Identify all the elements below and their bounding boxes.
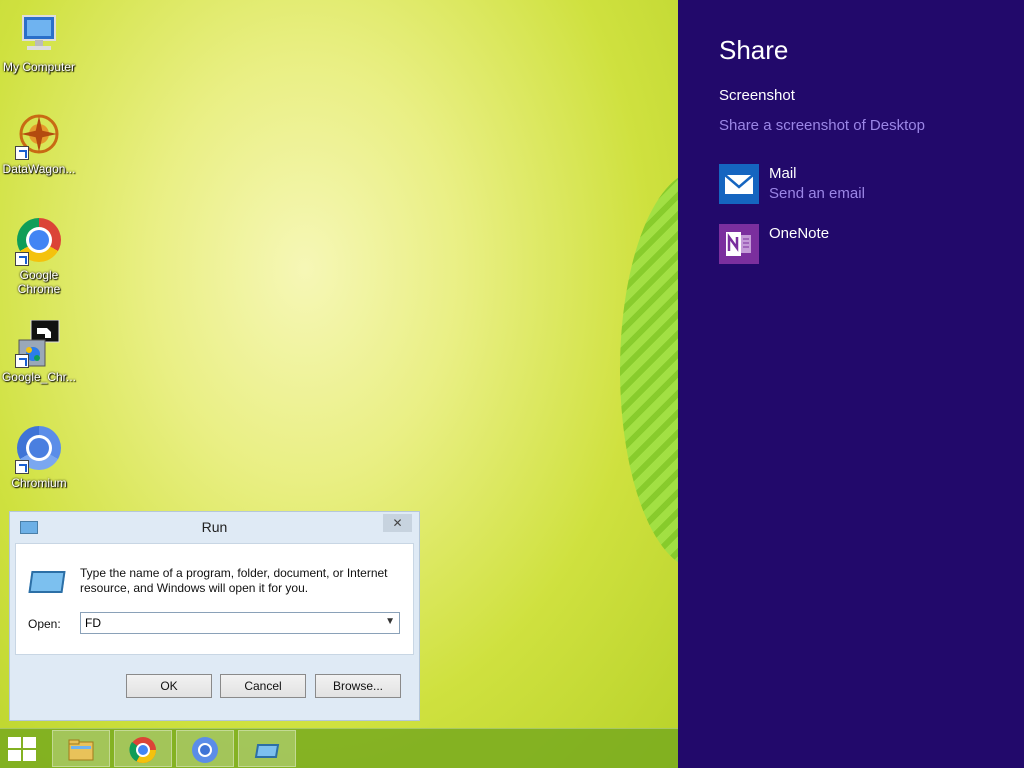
onenote-icon <box>719 224 759 264</box>
share-subject-description[interactable]: Share a screenshot of Desktop <box>719 117 925 134</box>
cancel-button[interactable]: Cancel <box>220 674 306 698</box>
share-app-onenote[interactable]: OneNote <box>719 224 999 266</box>
taskbar-file-explorer[interactable] <box>52 730 110 767</box>
desktop: My Computer DataWagon... Google Chrome G… <box>0 0 678 768</box>
desktop-icon-label: Chromium <box>11 476 67 490</box>
run-title: Run <box>201 519 228 535</box>
desktop-icon-label: Google Chrome <box>17 268 61 296</box>
browse-button[interactable]: Browse... <box>315 674 401 698</box>
mail-icon <box>719 164 759 204</box>
share-app-mail[interactable]: Mail Send an email <box>719 164 999 206</box>
datawagon-icon <box>15 112 63 160</box>
desktop-icon-chromium[interactable]: Chromium <box>0 424 78 490</box>
share-panel: Share Screenshot Share a screenshot of D… <box>678 0 1024 768</box>
folder-icon <box>67 736 95 764</box>
desktop-icon-datawagon[interactable]: DataWagon... <box>0 112 78 176</box>
run-icon <box>28 571 66 593</box>
desktop-icon-label: My Computer <box>2 60 76 74</box>
open-combobox[interactable]: ▼ <box>80 612 400 634</box>
close-button[interactable]: ✕ <box>383 514 412 532</box>
chrome-icon <box>129 736 157 764</box>
windows-logo-icon <box>8 737 21 748</box>
share-app-name: Mail <box>769 165 797 182</box>
share-app-description: Send an email <box>769 185 865 202</box>
taskbar <box>0 728 678 768</box>
chromium-icon <box>15 426 63 474</box>
desktop-icon-google-chrome-installer[interactable]: Google_Chr... <box>0 319 78 384</box>
run-description: Type the name of a program, folder, docu… <box>80 566 388 595</box>
taskbar-run[interactable] <box>238 730 296 767</box>
start-button[interactable] <box>8 737 38 763</box>
taskbar-chromium[interactable] <box>176 730 234 767</box>
run-icon <box>253 736 281 764</box>
open-label: Open: <box>28 617 61 631</box>
run-dialog: Run ✕ Type the name of a program, folder… <box>9 511 420 721</box>
shortcut-arrow-icon <box>15 354 29 368</box>
desktop-icon-google-chrome[interactable]: Google Chrome <box>0 216 78 296</box>
open-input[interactable] <box>85 616 375 630</box>
desktop-icon-label: Google_Chr... <box>1 370 77 384</box>
ok-button[interactable]: OK <box>126 674 212 698</box>
shortcut-arrow-icon <box>15 460 29 474</box>
share-app-name: OneNote <box>769 225 830 242</box>
chrome-icon <box>15 218 63 266</box>
desktop-icon-label: DataWagon... <box>2 162 76 176</box>
chromium-icon <box>191 736 219 764</box>
run-body: Type the name of a program, folder, docu… <box>15 543 414 655</box>
taskbar-google-chrome[interactable] <box>114 730 172 767</box>
computer-icon <box>15 10 63 58</box>
wallpaper-leaf <box>620 170 678 570</box>
installer-icon <box>15 319 63 368</box>
shortcut-arrow-icon <box>15 252 29 266</box>
share-subject[interactable]: Screenshot <box>719 87 795 104</box>
share-title: Share <box>719 35 789 65</box>
desktop-icon-my-computer[interactable]: My Computer <box>0 10 78 74</box>
run-titlebar[interactable]: Run ✕ <box>10 512 419 542</box>
chevron-down-icon[interactable]: ▼ <box>385 616 395 627</box>
shortcut-arrow-icon <box>15 146 29 160</box>
